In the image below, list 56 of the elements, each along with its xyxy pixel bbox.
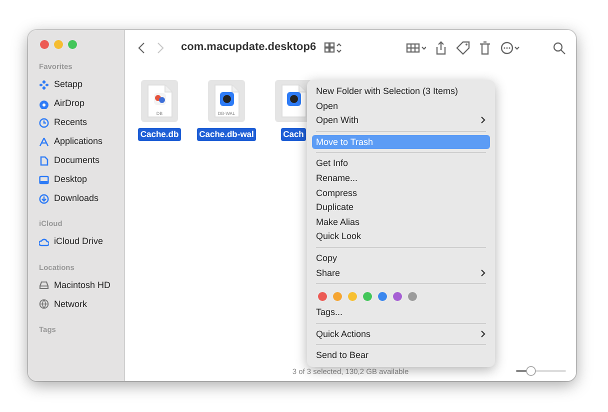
sidebar-item[interactable]: Network [28,294,124,314]
file-name[interactable]: Cache.db-wal [197,128,256,141]
tag-color-dot[interactable] [318,292,327,301]
sidebar-item[interactable]: Documents [28,151,124,170]
tag-color-dot[interactable] [348,292,357,301]
icon-size-slider[interactable] [516,367,566,375]
menu-item[interactable]: Rename... [312,170,490,186]
share-button[interactable] [434,40,448,54]
menu-item[interactable]: Duplicate [312,200,490,215]
desktop-icon [39,174,49,185]
window-title: com.macupdate.desktop6 [181,40,316,56]
download-icon [39,194,49,204]
sidebar-item[interactable]: Macintosh HD [28,276,124,295]
back-button[interactable] [137,40,147,54]
menu-item[interactable]: Tags... [312,305,490,320]
cloud-icon [39,237,49,247]
menu-item[interactable]: Share [312,266,490,280]
menu-item[interactable]: Send to Bear [312,348,490,363]
menu-item[interactable]: Get Info [312,156,490,171]
sidebar-item[interactable]: Setapp [28,75,124,94]
sidebar-item[interactable]: Recents [28,113,124,132]
stacked-diamonds-icon [39,80,49,90]
menu-item[interactable]: Quick Actions [312,326,490,342]
search-button[interactable] [552,40,566,54]
file-name[interactable]: Cache.db [138,128,181,141]
menu-item[interactable]: Quick Look [312,229,490,244]
document-icon[interactable] [280,84,306,118]
sidebar-item[interactable]: AirDrop [28,94,124,114]
document-icon[interactable] [214,84,240,118]
tag-color-dot[interactable] [393,292,402,301]
tag-button[interactable] [456,40,470,54]
close-button[interactable] [40,40,49,49]
menu-item[interactable]: Compress [312,186,490,200]
clock-icon [39,118,49,128]
menu-item[interactable]: Copy [312,250,490,266]
sidebar-item[interactable]: iCloud Drive [28,232,124,252]
group-button[interactable] [406,40,426,54]
tag-color-dot[interactable] [408,292,417,301]
file-name[interactable]: Cach [281,128,306,141]
menu-item[interactable]: New Folder with Selection (3 Items) [312,84,490,99]
menu-item[interactable]: Open [312,98,490,114]
more-button[interactable] [500,40,520,54]
sidebar-item[interactable]: Applications [28,132,124,152]
globe-icon [39,299,49,310]
sidebar-item[interactable]: Downloads [28,189,124,208]
view-toggle-button[interactable] [324,40,342,54]
tag-color-dot[interactable] [333,292,342,301]
tag-color-dot[interactable] [378,292,387,301]
slider-thumb[interactable] [526,366,536,376]
apps-icon [39,136,49,147]
document-icon [39,156,49,166]
tag-color-dot[interactable] [363,292,372,301]
menu-item[interactable]: Open With [312,113,490,128]
trash-button[interactable] [478,40,492,54]
sidebar-item[interactable]: Desktop [28,170,124,190]
menu-item[interactable]: Make Alias [312,214,490,230]
